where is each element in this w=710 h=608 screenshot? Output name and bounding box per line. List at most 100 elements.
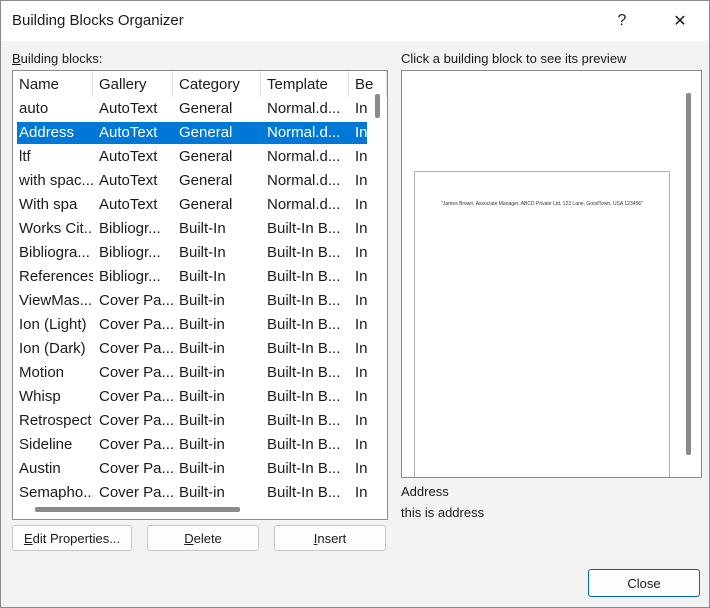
preview-scrollbar-thumb[interactable] [686, 93, 691, 455]
cell-template: Built-In B... [267, 268, 341, 285]
cell-behavior: In [355, 220, 368, 237]
list-header: Name Gallery Category Template Be [13, 71, 387, 97]
cell-gallery: Cover Pa... [99, 292, 173, 309]
cell-name: with spac... [19, 172, 93, 189]
cell-category: Built-in [179, 316, 225, 333]
cell-behavior: In [355, 364, 368, 381]
cell-name: auto [19, 100, 49, 117]
cell-template: Normal.d... [267, 100, 341, 117]
table-row[interactable]: ViewMas... Cover Pa... Built-in Built-In B.… [13, 289, 387, 313]
selected-block-description: this is address [401, 505, 485, 520]
cell-gallery: Cover Pa... [99, 484, 173, 501]
cell-behavior: In [355, 268, 368, 285]
close-icon: ✕ [673, 13, 687, 30]
cell-category: Built-in [179, 460, 225, 477]
cell-template: Built-In B... [267, 220, 341, 237]
cell-template: Normal.d... [267, 124, 341, 141]
cell-name: Sideline [19, 436, 73, 453]
cell-category: General [179, 148, 233, 165]
cell-category: Built-in [179, 484, 225, 501]
cell-name: ltf [19, 148, 31, 165]
delete-text: elete [193, 530, 222, 546]
cell-template: Built-In B... [267, 316, 341, 333]
vertical-scrollbar-thumb[interactable] [375, 94, 380, 118]
cell-gallery: Cover Pa... [99, 388, 173, 405]
delete-button[interactable]: Delete [147, 525, 259, 551]
cell-category: General [179, 124, 233, 141]
table-row[interactable]: References Bibliogr... Built-In Built-In B.… [13, 265, 387, 289]
edit-properties-button[interactable]: Edit Properties... [12, 525, 132, 551]
cell-category: Built-in [179, 436, 225, 453]
preview-pane: "James Brown, Associate Manager, ABCD Pr… [401, 70, 702, 478]
table-row[interactable]: Whisp Cover Pa... Built-in Built-In B... In [13, 385, 387, 409]
column-header-gallery[interactable]: Gallery [93, 71, 173, 97]
table-row[interactable]: Motion Cover Pa... Built-in Built-In B... In [13, 361, 387, 385]
cell-gallery: Bibliogr... [99, 244, 161, 261]
cell-category: Built-in [179, 364, 225, 381]
cell-category: Built-In [179, 220, 226, 237]
close-button[interactable]: Close [588, 569, 700, 597]
cell-behavior: In [355, 436, 368, 453]
column-header-behavior[interactable]: Be [349, 71, 387, 97]
preview-page: "James Brown, Associate Manager, ABCD Pr… [414, 171, 670, 477]
cell-template: Built-In B... [267, 292, 341, 309]
cell-name: Semapho... [19, 484, 93, 501]
title-close-button[interactable]: ✕ [657, 1, 703, 41]
horizontal-scrollbar-thumb[interactable] [35, 507, 240, 512]
cell-gallery: AutoText [99, 196, 158, 213]
column-header-category[interactable]: Category [173, 71, 261, 97]
building-blocks-list[interactable]: Name Gallery Category Template Be auto AutoTe… [12, 70, 388, 520]
insert-button[interactable]: Insert [274, 525, 386, 551]
column-header-name[interactable]: Name [13, 71, 93, 97]
cell-behavior: In [355, 244, 368, 261]
cell-category: General [179, 172, 233, 189]
cell-behavior: In [355, 124, 368, 141]
cell-template: Built-In B... [267, 244, 341, 261]
insert-text: nsert [317, 530, 347, 546]
title-bar: Building Blocks Organizer ? ✕ [1, 1, 709, 41]
cell-behavior: In [355, 148, 368, 165]
table-row[interactable]: Austin Cover Pa... Built-in Built-In B... In [13, 457, 387, 481]
cell-template: Built-In B... [267, 484, 341, 501]
cell-gallery: Cover Pa... [99, 412, 173, 429]
edit-text: dit Properties... [32, 530, 121, 546]
cell-gallery: Cover Pa... [99, 460, 173, 477]
preview-text: "James Brown, Associate Manager, ABCD Pr… [441, 201, 643, 207]
table-row[interactable]: Works Cit... Bibliogr... Built-In Built-In … [13, 217, 387, 241]
table-row[interactable]: Ion (Light) Cover Pa... Built-in Built-In B… [13, 313, 387, 337]
cell-behavior: In [355, 100, 368, 117]
cell-gallery: AutoText [99, 124, 158, 141]
cell-gallery: AutoText [99, 148, 158, 165]
column-header-template[interactable]: Template [261, 71, 349, 97]
table-row[interactable]: auto AutoText General Normal.d... In [13, 97, 387, 121]
cell-gallery: Cover Pa... [99, 316, 173, 333]
cell-behavior: In [355, 460, 368, 477]
cell-template: Normal.d... [267, 172, 341, 189]
cell-behavior: In [355, 340, 368, 357]
help-button[interactable]: ? [599, 1, 645, 41]
cell-name: Austin [19, 460, 61, 477]
table-row[interactable]: Sideline Cover Pa... Built-in Built-In B...… [13, 433, 387, 457]
cell-category: General [179, 196, 233, 213]
cell-category: Built-In [179, 268, 226, 285]
cell-name: With spa [19, 196, 78, 213]
table-row[interactable]: Ion (Dark) Cover Pa... Built-in Built-In B.… [13, 337, 387, 361]
cell-name: Bibliogra... [19, 244, 90, 261]
cell-name: Ion (Dark) [19, 340, 86, 357]
cell-behavior: In [355, 412, 368, 429]
cell-behavior: In [355, 388, 368, 405]
table-row[interactable]: Bibliogra... Bibliogr... Built-In Built-In … [13, 241, 387, 265]
table-row[interactable]: with spac... AutoText General Normal.d... In [13, 169, 387, 193]
table-row[interactable]: Address AutoText General Normal.d... In [13, 121, 387, 145]
cell-name: Motion [19, 364, 65, 381]
cell-name: Retrospect [19, 412, 92, 429]
help-icon: ? [617, 12, 627, 29]
table-row[interactable]: Retrospect Cover Pa... Built-in Built-In B.… [13, 409, 387, 433]
table-row[interactable]: With spa AutoText General Normal.d... In [13, 193, 387, 217]
cell-template: Built-In B... [267, 388, 341, 405]
table-row[interactable]: ltf AutoText General Normal.d... In [13, 145, 387, 169]
cell-category: General [179, 100, 233, 117]
table-row[interactable]: Semapho... Cover Pa... Built-in Built-In B.… [13, 481, 387, 505]
building-blocks-organizer-dialog: Building Blocks Organizer ? ✕ Building b… [0, 0, 710, 608]
cell-gallery: AutoText [99, 100, 158, 117]
